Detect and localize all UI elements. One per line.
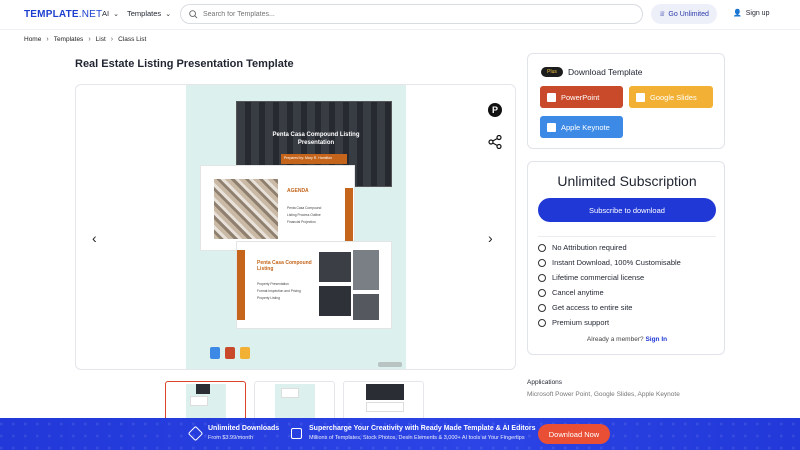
slide-agenda: AGENDA Penta Casa Compound Listing Proce…	[200, 165, 355, 252]
google-slides-icon	[636, 92, 645, 102]
subscription-card: Unlimited Subscription Subscribe to down…	[527, 161, 725, 355]
google-slides-icon	[240, 347, 250, 359]
breadcrumb-class-list[interactable]: Class List	[118, 36, 146, 43]
listing-item: Property Listing	[257, 296, 280, 300]
listing-item: Property Presentation	[257, 282, 289, 286]
slide-cover-tag: Prepared by: Mary R. Hamilton	[281, 154, 347, 164]
nav-ai-label: AI	[102, 9, 110, 18]
download-title: Download Template	[568, 67, 643, 77]
member-prompt: Already a member? Sign In	[586, 336, 668, 343]
chevron-down-icon: ⌄	[113, 10, 119, 18]
top-bar: TEMPLATE.NET AI⌄ Templates⌄ ♕Go Unlimite…	[0, 0, 800, 30]
powerpoint-icon	[547, 92, 556, 102]
subscribe-button[interactable]: Subscribe to download	[538, 198, 716, 222]
crown-icon: ♕	[659, 11, 666, 18]
download-icon	[538, 258, 546, 267]
share-icon[interactable]	[488, 135, 502, 149]
breadcrumb: Home › Templates › List › Class List	[24, 36, 146, 43]
signup-link[interactable]: 👤 Sign up	[733, 9, 769, 18]
list-item: Instant Download, 100% Customisable	[538, 255, 716, 270]
aerial-photo	[214, 179, 278, 239]
nav-templates-menu[interactable]: Templates ⌄	[127, 9, 171, 18]
keynote-icon	[547, 122, 556, 132]
thumbnail[interactable]	[254, 381, 335, 421]
slide-cover-title: Penta Casa Compound Listing Presentation	[272, 132, 360, 146]
download-card: Plus Download Template PowerPoint Google…	[527, 53, 725, 149]
no-attribution-icon	[538, 243, 546, 252]
go-unlimited-button[interactable]: ♕ Go Unlimited	[651, 4, 717, 24]
slide-agenda-heading: AGENDA	[287, 188, 309, 194]
slide-listing-heading: Penta Casa Compound Listing	[257, 260, 312, 272]
subscription-title: Unlimited Subscription	[557, 173, 697, 189]
thumbnail-strip	[165, 381, 424, 421]
cancel-icon	[538, 288, 546, 297]
listing-item: Format Inspection and Pricing	[257, 289, 301, 293]
download-icon	[291, 428, 302, 439]
support-icon	[538, 318, 546, 327]
nav-ai-menu[interactable]: AI ⌄	[102, 9, 119, 18]
chevron-right-icon: ›	[110, 36, 114, 43]
breadcrumb-templates[interactable]: Templates	[54, 36, 84, 43]
chevron-right-icon: ›	[46, 36, 49, 43]
chevron-right-icon: ›	[88, 36, 91, 43]
thumbnail[interactable]	[343, 381, 424, 421]
keynote-icon	[210, 347, 220, 359]
breadcrumb-list[interactable]: List	[96, 36, 106, 43]
agenda-item: Listing Process Outline	[287, 213, 321, 217]
search-input[interactable]	[203, 10, 603, 18]
preview-canvas: Penta Casa Compound Listing Presentation…	[186, 85, 406, 369]
template-preview: Penta Casa Compound Listing Presentation…	[75, 84, 516, 370]
chevron-down-icon: ⌄	[165, 10, 172, 18]
keynote-download-button[interactable]: Apple Keynote	[540, 116, 623, 138]
list-item: Lifetime commercial license	[538, 270, 716, 285]
promo-banner: Unlimited Downloads From $3.99/month Sup…	[0, 418, 800, 450]
list-item: Get access to entire site	[538, 300, 716, 315]
access-icon	[538, 303, 546, 312]
user-icon: 👤	[733, 10, 742, 17]
pinterest-icon[interactable]: P	[488, 103, 502, 117]
chevron-right-icon[interactable]: ›	[488, 230, 493, 246]
agenda-item: Penta Casa Compound	[287, 206, 322, 210]
google-slides-download-button[interactable]: Google Slides	[629, 86, 713, 108]
banner-title-2: Supercharge Your Creativity with Ready M…	[309, 425, 536, 432]
download-now-button[interactable]: Download Now	[538, 424, 610, 444]
agenda-item: Financial Projection	[287, 220, 316, 224]
feature-list: No Attribution required Instant Download…	[538, 236, 716, 330]
plus-badge: Plus	[541, 67, 563, 77]
page-title: Real Estate Listing Presentation Templat…	[75, 58, 294, 70]
applications-value: Microsoft Power Point, Google Slides, Ap…	[527, 391, 680, 398]
watermark	[378, 362, 402, 367]
sign-in-link[interactable]: Sign In	[645, 336, 667, 343]
chevron-left-icon[interactable]: ‹	[92, 230, 97, 246]
search-box[interactable]	[180, 4, 643, 24]
applications-label: Applications	[527, 379, 563, 386]
list-item: Cancel anytime	[538, 285, 716, 300]
banner-subtitle-2: Millions of Templates, Stock Photos, Des…	[309, 435, 525, 441]
banner-subtitle-1: From $3.99/month	[208, 435, 253, 441]
license-icon	[538, 273, 546, 282]
app-icons	[210, 347, 250, 359]
search-icon	[189, 9, 198, 18]
powerpoint-icon	[225, 347, 235, 359]
list-item: No Attribution required	[538, 240, 716, 255]
thumbnail[interactable]	[165, 381, 246, 421]
powerpoint-download-button[interactable]: PowerPoint	[540, 86, 623, 108]
nav-templates-label: Templates	[127, 9, 162, 18]
logo[interactable]: TEMPLATE.NET	[24, 9, 102, 20]
list-item: Premium support	[538, 315, 716, 330]
breadcrumb-home[interactable]: Home	[24, 36, 41, 43]
banner-title-1: Unlimited Downloads	[208, 425, 280, 432]
slide-listing: Penta Casa Compound Listing Property Pre…	[236, 241, 392, 329]
